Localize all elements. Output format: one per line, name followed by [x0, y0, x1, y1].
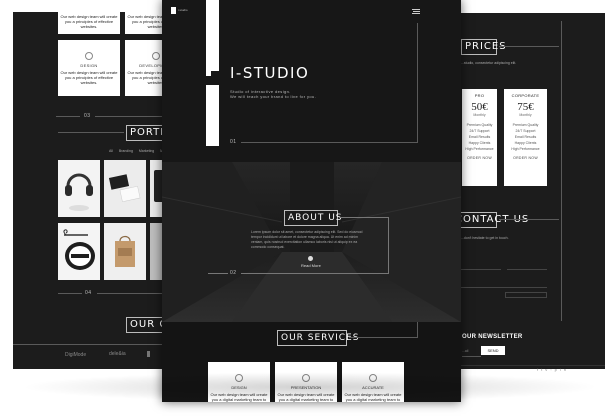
divider-vertical [561, 21, 562, 321]
plan-price: 75€ [517, 101, 534, 113]
read-more-icon[interactable] [308, 256, 313, 261]
divider [340, 217, 388, 218]
prices-subtitle: ...studio, consectetur adipiscing elit. [461, 61, 517, 65]
newsletter-email-input[interactable]: ...ail [462, 349, 481, 357]
client-logo: DigiMode [65, 352, 87, 358]
email-field[interactable] [507, 269, 547, 270]
hero-tagline-2: We will teach your brand to live for you… [230, 94, 317, 99]
plan-price: 50€ [471, 101, 488, 113]
divider [58, 132, 124, 133]
divider [13, 344, 183, 345]
divider [241, 273, 389, 274]
divider [56, 116, 80, 117]
divider [437, 365, 605, 366]
section-number: 01 [230, 139, 237, 145]
contact-subtitle: ...don't hesitate to get in touch. [461, 236, 509, 240]
portfolio-item-headphones[interactable] [58, 160, 100, 217]
divider [208, 273, 228, 274]
shadow [20, 372, 600, 402]
service-text: Our web design team will create you a pr… [60, 70, 118, 85]
service-card: Our web design team will create you a pr… [58, 12, 120, 34]
title-i-mark [206, 67, 211, 76]
headphones-image [58, 160, 100, 217]
divider [499, 219, 559, 220]
subject-field[interactable] [461, 281, 547, 288]
divider-vertical [417, 23, 418, 143]
right-page-preview: PRICES ...studio, consectetur adipiscing… [437, 13, 605, 372]
divider [241, 142, 417, 143]
filter-branding[interactable]: Branding [119, 149, 133, 153]
divider [58, 293, 82, 294]
pricing-card-pro: PRO 50€ Monthly Premium Quality 24/7 Sup… [462, 89, 497, 186]
plan-feature: High Performance [511, 147, 540, 151]
submit-button[interactable] [505, 292, 547, 298]
about-text: Lorem ipsum dolor sit amet, consectetur … [251, 230, 363, 249]
plan-period: Monthly [473, 113, 486, 117]
filter-all[interactable]: All [109, 149, 113, 153]
read-more-link[interactable]: Read More [301, 263, 321, 268]
pricing-card-corporate: CORPORATE 75€ Monthly Premium Quality 24… [504, 89, 547, 186]
plan-period: Monthly [519, 113, 532, 117]
service-text: Our web design team will create you a pr… [60, 14, 118, 29]
plan-feature: High Performance [465, 147, 494, 151]
brand-small: i.studio [178, 8, 188, 12]
filter-marketing[interactable]: Marketing [139, 149, 154, 153]
hamburger-menu-line [413, 11, 420, 12]
section-number: 03 [84, 113, 91, 119]
order-button[interactable]: ORDER NOW [462, 156, 497, 160]
development-icon [152, 52, 160, 60]
london-sign-image [58, 223, 100, 280]
service-title: DESIGN [80, 63, 98, 68]
divider-vertical [388, 217, 389, 273]
business-cards-image [104, 160, 146, 217]
divider [499, 46, 559, 47]
about-title: ABOUT US [284, 210, 342, 226]
design-icon [85, 52, 93, 60]
divider-vertical [417, 322, 418, 338]
portfolio-item-bag[interactable] [104, 223, 146, 280]
portfolio-item-cards[interactable] [104, 160, 146, 217]
prices-title: PRICES [461, 39, 506, 55]
section-number: 02 [230, 270, 237, 276]
client-logo: dele&ia [109, 351, 126, 357]
portfolio-item-sign[interactable] [58, 223, 100, 280]
shopping-bag-image [104, 223, 146, 280]
left-page-preview: Our web design team will create you a pr… [13, 12, 207, 369]
divider [349, 337, 417, 338]
client-logo-icon [147, 351, 155, 357]
hero-title: I-STUDIO [230, 64, 310, 82]
service-card-design: DESIGN Our web design team will create y… [58, 40, 120, 96]
newsletter-send-button[interactable]: SEND [481, 346, 505, 355]
section-number: 04 [85, 290, 92, 296]
name-field[interactable] [461, 269, 501, 270]
order-button[interactable]: ORDER NOW [504, 156, 547, 160]
center-page-preview: i.studio I-STUDIO Studio of interactive … [162, 0, 461, 402]
plan-name: CORPORATE [511, 93, 540, 98]
newsletter-title: OUR NEWSLETTER [462, 334, 523, 340]
logo-icon[interactable] [171, 7, 176, 14]
plan-name: PRO [474, 93, 485, 98]
services-title: OUR SERVICES [277, 330, 358, 346]
